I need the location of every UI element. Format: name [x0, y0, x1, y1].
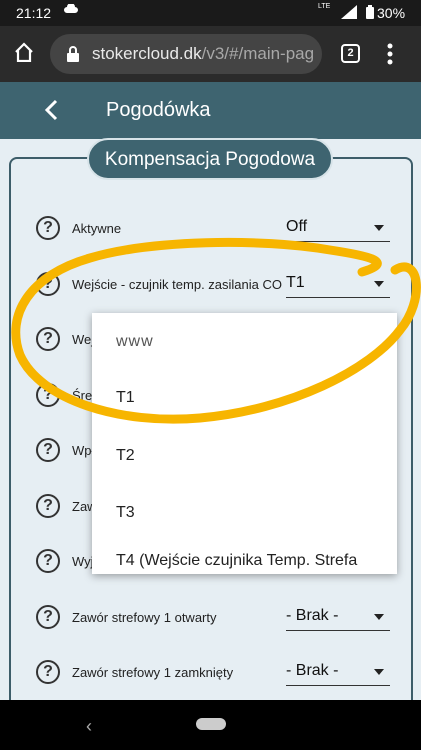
help-icon[interactable]: ?	[36, 494, 60, 518]
help-icon[interactable]: ?	[36, 272, 60, 296]
setting-row-zone-valve-closed: ? Zawór strefowy 1 zamknięty - Brak -	[36, 660, 396, 690]
url-text: stokercloud.dk/v3/#/main-pag	[92, 44, 314, 64]
url-path: /v3/#/main-pag	[201, 44, 314, 63]
page-title: Pogodówka	[106, 99, 211, 121]
dropdown-option[interactable]: T2	[116, 447, 135, 465]
dropdown-option[interactable]: T1	[116, 389, 135, 407]
setting-label: Wej	[72, 332, 95, 347]
caret-down-icon	[374, 281, 384, 287]
help-icon[interactable]: ?	[36, 605, 60, 629]
back-arrow-icon[interactable]	[42, 98, 62, 122]
help-icon[interactable]: ?	[36, 549, 60, 573]
dropdown-option[interactable]: T3	[116, 504, 135, 522]
setting-label: Zawór strefowy 1 zamknięty	[72, 665, 234, 680]
setting-label: Wyj	[72, 554, 94, 569]
zone-valve-open-select[interactable]: - Brak -	[286, 601, 390, 631]
select-value: - Brak -	[286, 662, 339, 679]
caret-down-icon	[374, 225, 384, 231]
panel-title: Kompensacja Pogodowa	[87, 138, 333, 180]
help-icon[interactable]: ?	[36, 216, 60, 240]
supply-sensor-select[interactable]: T1	[286, 268, 390, 298]
select-value: T1	[286, 274, 305, 291]
status-time: 21:12	[16, 5, 52, 21]
help-icon[interactable]: ?	[36, 383, 60, 407]
setting-row-active: ? Aktywne Off	[36, 216, 396, 246]
url-domain: stokercloud.dk	[92, 44, 202, 63]
select-value: Off	[286, 218, 308, 235]
system-nav-bar: ‹	[0, 700, 421, 750]
zone-valve-closed-select[interactable]: - Brak -	[286, 656, 390, 686]
signal-icon	[341, 5, 357, 19]
battery-icon	[366, 5, 374, 19]
status-bar: 21:12 LTE 30%	[0, 0, 421, 26]
app-header: Pogodówka	[0, 82, 421, 139]
battery-percent: 30%	[377, 5, 406, 21]
caret-down-icon	[374, 614, 384, 620]
lock-icon	[67, 46, 79, 62]
setting-label: Wejście - czujnik temp. zasilania CO	[72, 277, 282, 292]
help-icon[interactable]: ?	[36, 327, 60, 351]
help-icon[interactable]: ?	[36, 438, 60, 462]
setting-row-zone-valve-open: ? Zawór strefowy 1 otwarty - Brak -	[36, 605, 396, 635]
home-icon[interactable]	[13, 42, 35, 62]
sensor-dropdown-menu: www T1 T2 T3 T4 (Wejście czujnika Temp. …	[92, 313, 397, 574]
caret-down-icon	[374, 669, 384, 675]
select-value: - Brak -	[286, 607, 339, 624]
network-type: LTE	[318, 3, 331, 10]
help-icon[interactable]: ?	[36, 660, 60, 684]
cloud-icon	[64, 4, 78, 13]
nav-back-icon[interactable]: ‹	[86, 716, 92, 737]
dropdown-option[interactable]: T4 (Wejście czujnika Temp. Strefa	[116, 552, 357, 570]
browser-toolbar: stokercloud.dk/v3/#/main-pag 2	[0, 26, 421, 82]
more-menu-icon[interactable]	[387, 43, 393, 65]
setting-label: Aktywne	[72, 221, 122, 236]
dropdown-option[interactable]: www	[116, 333, 154, 351]
tab-switcher-button[interactable]: 2	[341, 44, 360, 63]
setting-label: Zawór strefowy 1 otwarty	[72, 610, 217, 625]
address-bar[interactable]: stokercloud.dk/v3/#/main-pag	[50, 34, 322, 74]
nav-home-pill[interactable]	[196, 718, 226, 730]
setting-row-supply-sensor: ? Wejście - czujnik temp. zasilania CO T…	[36, 272, 396, 302]
active-select[interactable]: Off	[286, 212, 390, 242]
